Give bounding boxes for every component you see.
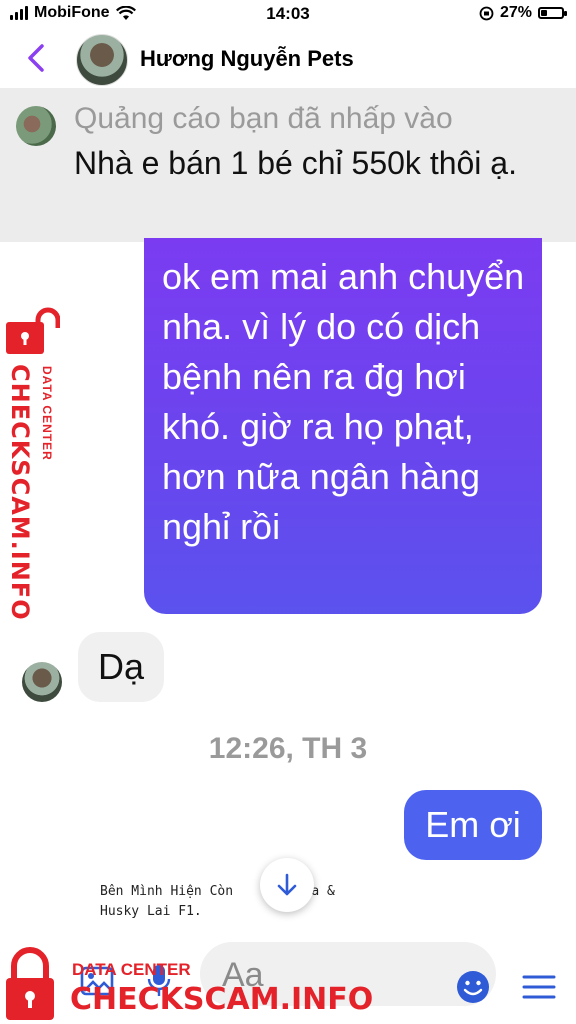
watermark-brand: CHECKSCAM.INFO <box>6 364 34 621</box>
ad-avatar <box>16 106 56 146</box>
scroll-down-button[interactable] <box>260 858 314 912</box>
arrow-down-icon <box>277 873 297 896</box>
conversation-header: Hương Nguyễn Pets <box>0 30 576 88</box>
outgoing-message[interactable]: Em ơi <box>404 790 542 860</box>
status-bar: MobiFone 14:03 27% <box>0 0 576 30</box>
contact-avatar[interactable] <box>76 34 128 86</box>
ad-note: Quảng cáo bạn đã nhấp vào <box>74 102 453 135</box>
emoji-icon[interactable] <box>456 970 490 1004</box>
battery-percent: 27% <box>499 4 532 21</box>
menu-icon[interactable] <box>522 972 556 1002</box>
back-icon[interactable] <box>22 40 52 76</box>
watermark-side: CHECKSCAM.INFO DATA CENTER <box>2 306 66 621</box>
outgoing-message[interactable]: ok em mai anh chuyển nha. vì lý do có dị… <box>144 238 542 614</box>
battery-fill <box>541 10 547 16</box>
lock-icon <box>6 947 54 1020</box>
battery-icon <box>538 7 567 19</box>
lock-icon <box>6 307 60 354</box>
sender-avatar <box>22 662 62 702</box>
watermark-bottom: DATA CENTER CHECKSCAM.INFO <box>0 944 373 1024</box>
orientation-lock-icon <box>479 6 494 20</box>
watermark-sub: DATA CENTER <box>40 366 54 461</box>
contact-name[interactable]: Hương Nguyễn Pets <box>140 46 354 72</box>
watermark-sub: DATA CENTER <box>72 960 191 979</box>
ad-message: Nhà e bán 1 bé chỉ 550k thôi ạ. <box>74 145 517 181</box>
watermark-brand: CHECKSCAM.INFO <box>70 982 374 1017</box>
status-right: 27% <box>479 4 567 22</box>
incoming-message[interactable]: Dạ <box>78 632 164 702</box>
timestamp-divider: 12:26, TH 3 <box>208 732 368 765</box>
ad-context-banner[interactable]: Quảng cáo bạn đã nhấp vào Nhà e bán 1 bé… <box>0 88 576 242</box>
